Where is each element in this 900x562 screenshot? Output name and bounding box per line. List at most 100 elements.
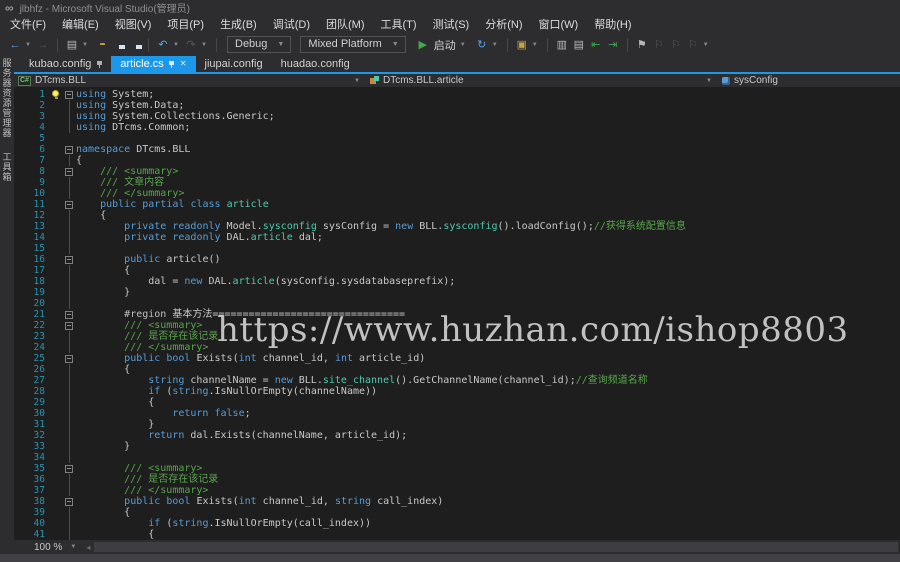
horizontal-scrollbar[interactable] bbox=[94, 542, 898, 552]
glyph-margin bbox=[50, 144, 63, 155]
lightbulb-icon[interactable] bbox=[52, 90, 59, 97]
line-number: 5 bbox=[14, 133, 50, 144]
glyph-margin bbox=[50, 166, 63, 177]
fold-collapse-icon[interactable]: − bbox=[65, 91, 73, 99]
new-file-caret-icon[interactable]: ▼ bbox=[82, 42, 90, 48]
fold-guide-line bbox=[69, 111, 70, 122]
bookmark-prev-icon: ⚐ bbox=[652, 37, 666, 53]
side-tool-tab[interactable]: 服务器资源管理器 bbox=[1, 58, 14, 138]
nav-back-caret-icon[interactable]: ▼ bbox=[25, 42, 33, 48]
glyph-margin bbox=[50, 265, 63, 276]
toolbar-overflow-icon[interactable]: ▼ bbox=[703, 42, 711, 48]
refresh-caret-icon[interactable]: ▼ bbox=[492, 42, 500, 48]
tab-kubao.config[interactable]: kubao.config bbox=[20, 56, 111, 72]
glyph-margin bbox=[50, 89, 63, 100]
fold-collapse-icon[interactable]: − bbox=[65, 311, 73, 319]
menu-item-d[interactable]: 调试(D) bbox=[265, 14, 318, 34]
fold-collapse-icon[interactable]: − bbox=[65, 465, 73, 473]
project-dropdown[interactable]: C# DTcms.BLL ▼ bbox=[14, 74, 366, 87]
refresh-icon[interactable]: ↻ bbox=[475, 37, 489, 53]
menu-item-n[interactable]: 分析(N) bbox=[477, 14, 530, 34]
line-number: 39 bbox=[14, 507, 50, 518]
solution-platform-dropdown[interactable]: Mixed Platform ▼ bbox=[300, 36, 405, 53]
zoom-dropdown[interactable]: 100 % ▼ bbox=[28, 540, 82, 554]
start-debug-button[interactable]: ▶ 启动 ▼ bbox=[412, 37, 472, 53]
member-dropdown[interactable]: sysConfig bbox=[718, 74, 900, 87]
menu-item-w[interactable]: 窗口(W) bbox=[531, 14, 587, 34]
fold-guide-line bbox=[69, 221, 70, 232]
indent-decrease-icon[interactable]: ⇤ bbox=[589, 37, 603, 53]
fold-guide-line bbox=[69, 485, 70, 496]
find-in-files-icon[interactable]: ▣ bbox=[515, 37, 529, 53]
glyph-margin bbox=[50, 122, 63, 133]
class-icon bbox=[370, 76, 379, 85]
scroll-left-icon[interactable]: ◂ bbox=[82, 543, 94, 552]
fold-guide-line bbox=[69, 342, 70, 353]
uncomment-icon[interactable]: ▤ bbox=[572, 37, 586, 53]
glyph-margin bbox=[50, 507, 63, 518]
fold-guide-line bbox=[69, 386, 70, 397]
close-icon[interactable]: ✕ bbox=[180, 60, 187, 68]
tab-article.cs[interactable]: article.cs✕ bbox=[111, 56, 195, 72]
fold-collapse-icon[interactable]: − bbox=[65, 498, 73, 506]
toolbar-overflow-icon[interactable]: ▼ bbox=[532, 42, 540, 48]
outlining-margin bbox=[63, 386, 76, 397]
menu-item-m[interactable]: 团队(M) bbox=[318, 14, 373, 34]
menu-item-v[interactable]: 视图(V) bbox=[107, 14, 160, 34]
new-file-icon[interactable]: ▤ bbox=[65, 37, 79, 53]
indent-increase-icon[interactable]: ⇥ bbox=[606, 37, 620, 53]
glyph-margin bbox=[50, 331, 63, 342]
bookmark-clear-icon: ⚐ bbox=[686, 37, 700, 53]
nav-back-icon[interactable]: ← bbox=[8, 37, 22, 53]
glyph-margin bbox=[50, 485, 63, 496]
fold-collapse-icon[interactable]: − bbox=[65, 201, 73, 209]
line-number: 13 bbox=[14, 221, 50, 232]
navigation-bar: C# DTcms.BLL ▼ DTcms.BLL.article ▼ sysCo… bbox=[14, 72, 900, 87]
fold-collapse-icon[interactable]: − bbox=[65, 256, 73, 264]
main-area: 服务器资源管理器工具箱 kubao.configarticle.cs✕jiupa… bbox=[0, 56, 900, 562]
bookmark-icon[interactable]: ⚑ bbox=[635, 37, 649, 53]
solution-config-dropdown[interactable]: Debug ▼ bbox=[227, 36, 291, 53]
glyph-margin bbox=[50, 452, 63, 463]
menu-item-e[interactable]: 编辑(E) bbox=[54, 14, 107, 34]
fold-guide-line bbox=[69, 210, 70, 221]
undo-caret-icon[interactable]: ▼ bbox=[173, 42, 181, 48]
menu-item-s[interactable]: 测试(S) bbox=[425, 14, 478, 34]
pin-icon[interactable] bbox=[96, 61, 102, 68]
type-dropdown[interactable]: DTcms.BLL.article ▼ bbox=[366, 74, 718, 87]
member-name: sysConfig bbox=[734, 75, 778, 86]
comment-icon[interactable]: ▥ bbox=[555, 37, 569, 53]
line-number: 4 bbox=[14, 122, 50, 133]
nav-forward-icon[interactable]: → bbox=[36, 37, 50, 53]
fold-collapse-icon[interactable]: − bbox=[65, 322, 73, 330]
fold-collapse-icon[interactable]: − bbox=[65, 168, 73, 176]
menu-item-p[interactable]: 项目(P) bbox=[159, 14, 212, 34]
csharp-project-icon: C# bbox=[18, 76, 31, 86]
code-line: 23 /// 是否存在该记录 bbox=[14, 331, 900, 342]
menu-item-b[interactable]: 生成(B) bbox=[212, 14, 265, 34]
outlining-margin bbox=[63, 100, 76, 111]
code-line: 8− /// <summary> bbox=[14, 166, 900, 177]
toolbar-separator bbox=[507, 38, 508, 52]
side-tool-tab[interactable]: 工具箱 bbox=[1, 152, 14, 182]
line-number: 26 bbox=[14, 364, 50, 375]
code-text: { bbox=[76, 507, 130, 518]
toolbar-separator bbox=[57, 38, 58, 52]
project-name: DTcms.BLL bbox=[35, 75, 86, 86]
tab-jiupai.config[interactable]: jiupai.config bbox=[196, 56, 272, 72]
tab-huadao.config[interactable]: huadao.config bbox=[272, 56, 359, 72]
menu-item-t[interactable]: 工具(T) bbox=[373, 14, 425, 34]
outlining-margin: − bbox=[63, 463, 76, 474]
menu-item-f[interactable]: 文件(F) bbox=[2, 14, 54, 34]
menu-item-h[interactable]: 帮助(H) bbox=[586, 14, 639, 34]
line-number: 15 bbox=[14, 243, 50, 254]
fold-guide-line bbox=[69, 518, 70, 529]
pin-icon[interactable] bbox=[169, 61, 175, 68]
fold-guide-line bbox=[69, 243, 70, 254]
fold-collapse-icon[interactable]: − bbox=[65, 146, 73, 154]
glyph-margin bbox=[50, 100, 63, 111]
code-line: 15 bbox=[14, 243, 900, 254]
undo-icon[interactable]: ↶ bbox=[156, 37, 170, 53]
fold-collapse-icon[interactable]: − bbox=[65, 355, 73, 363]
code-editor[interactable]: 1−using System;2using System.Data;3using… bbox=[14, 87, 900, 540]
